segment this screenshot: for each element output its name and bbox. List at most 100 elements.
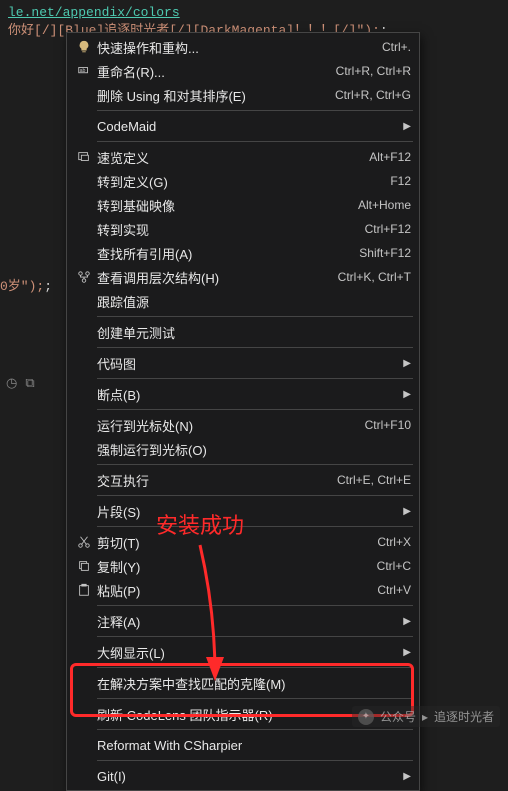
- menu-separator: [97, 110, 413, 111]
- menu-item-label: 强制运行到光标(O): [97, 440, 411, 459]
- menu-separator: [97, 636, 413, 637]
- menu-separator: [97, 526, 413, 527]
- menu-item[interactable]: Git(I)▶: [67, 764, 419, 788]
- menu-item[interactable]: 速览定义Alt+F12: [67, 145, 419, 169]
- menu-item-label: 代码图: [97, 354, 395, 373]
- chevron-right-icon: ▶: [395, 647, 411, 658]
- menu-separator: [97, 729, 413, 730]
- menu-item[interactable]: CodeMaid▶: [67, 114, 419, 138]
- bullet-icon: ▸: [422, 710, 428, 724]
- menu-item-label: 创建单元测试: [97, 323, 411, 342]
- menu-item-label: 查找所有引用(A): [97, 244, 347, 263]
- menu-item-label: 在解决方案中查找匹配的克隆(M): [97, 674, 411, 693]
- menu-item-shortcut: Ctrl+E, Ctrl+E: [325, 473, 411, 487]
- menu-item-label: 运行到光标处(N): [97, 416, 353, 435]
- menu-separator: [97, 698, 413, 699]
- menu-item[interactable]: 断点(B)▶: [67, 382, 419, 406]
- menu-item[interactable]: 粘贴(P)Ctrl+V: [67, 578, 419, 602]
- watermark: ✦ 公众号 ▸ 追逐时光者: [352, 706, 500, 727]
- menu-item[interactable]: 大纲显示(L)▶: [67, 640, 419, 664]
- menu-item[interactable]: 片段(S)▶: [67, 499, 419, 523]
- menu-item[interactable]: 跟踪值源: [67, 289, 419, 313]
- menu-item[interactable]: 复制(Y)Ctrl+C: [67, 554, 419, 578]
- clock-icon[interactable]: ◷: [6, 375, 17, 391]
- menu-separator: [97, 464, 413, 465]
- code-line-extra: 0岁");;: [0, 275, 52, 294]
- menu-item-shortcut: Ctrl+.: [370, 40, 411, 54]
- menu-item[interactable]: 代码图▶: [67, 351, 419, 375]
- menu-item[interactable]: 删除 Using 和对其排序(E)Ctrl+R, Ctrl+G: [67, 83, 419, 107]
- chevron-right-icon: ▶: [395, 121, 411, 132]
- menu-item-label: 断点(B): [97, 385, 395, 404]
- bulb-icon: [71, 40, 97, 54]
- menu-separator: [97, 409, 413, 410]
- menu-separator: [97, 667, 413, 668]
- menu-separator: [97, 141, 413, 142]
- watermark-prefix: 公众号: [380, 708, 416, 725]
- menu-separator: [97, 316, 413, 317]
- menu-item-shortcut: Ctrl+X: [365, 535, 411, 549]
- menu-item-label: 复制(Y): [97, 557, 365, 576]
- menu-separator: [97, 760, 413, 761]
- menu-item-label: 剪切(T): [97, 533, 365, 552]
- menu-item-shortcut: Ctrl+R, Ctrl+R: [324, 64, 411, 78]
- cut-icon: [71, 535, 97, 549]
- menu-item-shortcut: Alt+F12: [357, 150, 411, 164]
- gutter-icons: ◷ ⧉: [6, 375, 35, 391]
- menu-item[interactable]: 转到实现Ctrl+F12: [67, 217, 419, 241]
- menu-item-label: 交互执行: [97, 471, 325, 490]
- context-menu[interactable]: 快速操作和重构...Ctrl+. ab 重命名(R)...Ctrl+R, Ctrl+…: [66, 32, 420, 791]
- menu-item-label: 大纲显示(L): [97, 643, 395, 662]
- menu-item[interactable]: 快速操作和重构...Ctrl+.: [67, 35, 419, 59]
- chevron-right-icon: ▶: [395, 389, 411, 400]
- watermark-name: 追逐时光者: [434, 708, 494, 725]
- menu-item[interactable]: 强制运行到光标(O): [67, 437, 419, 461]
- menu-item-label: 粘贴(P): [97, 581, 365, 600]
- menu-item-shortcut: Alt+Home: [346, 198, 411, 212]
- menu-item-label: CodeMaid: [97, 119, 395, 134]
- menu-item[interactable]: 剪切(T)Ctrl+X: [67, 530, 419, 554]
- copy-icon: [71, 559, 97, 573]
- menu-item-label: 转到基础映像: [97, 196, 346, 215]
- menu-item-label: 跟踪值源: [97, 292, 411, 311]
- chevron-right-icon: ▶: [395, 358, 411, 369]
- menu-item-label: Reformat With CSharpier: [97, 738, 411, 753]
- code-text: 你好: [8, 23, 34, 38]
- menu-item[interactable]: 查找所有引用(A)Shift+F12: [67, 241, 419, 265]
- chevron-right-icon: ▶: [395, 771, 411, 782]
- menu-item-shortcut: F12: [378, 174, 411, 188]
- code-line-url: le.net/appendix/colors: [8, 4, 500, 22]
- copy-icon[interactable]: ⧉: [25, 375, 34, 391]
- menu-item-label: 转到定义(G): [97, 172, 378, 191]
- wechat-icon: ✦: [358, 709, 374, 725]
- menu-item-label: 片段(S): [97, 502, 395, 521]
- menu-item-shortcut: Ctrl+F12: [353, 222, 411, 236]
- menu-item[interactable]: 创建单元测试: [67, 320, 419, 344]
- menu-item-shortcut: Ctrl+K, Ctrl+T: [326, 270, 411, 284]
- menu-separator: [97, 605, 413, 606]
- menu-item[interactable]: 交互执行Ctrl+E, Ctrl+E: [67, 468, 419, 492]
- menu-item[interactable]: ab 重命名(R)...Ctrl+R, Ctrl+R: [67, 59, 419, 83]
- menu-item-shortcut: Ctrl+C: [365, 559, 411, 573]
- peek-icon: [71, 150, 97, 164]
- menu-item[interactable]: 运行到光标处(N)Ctrl+F10: [67, 413, 419, 437]
- chevron-right-icon: ▶: [395, 616, 411, 627]
- menu-item[interactable]: 在解决方案中查找匹配的克隆(M): [67, 671, 419, 695]
- menu-item-label: 重命名(R)...: [97, 62, 324, 81]
- menu-item-label: 转到实现: [97, 220, 353, 239]
- menu-separator: [97, 495, 413, 496]
- menu-item-label: 快速操作和重构...: [97, 38, 370, 57]
- menu-item[interactable]: 注释(A)▶: [67, 609, 419, 633]
- menu-item-label: 速览定义: [97, 148, 357, 167]
- menu-item[interactable]: 转到定义(G)F12: [67, 169, 419, 193]
- menu-item[interactable]: 转到基础映像Alt+Home: [67, 193, 419, 217]
- menu-item[interactable]: 查看调用层次结构(H)Ctrl+K, Ctrl+T: [67, 265, 419, 289]
- tag-icon: ab: [71, 64, 97, 78]
- chevron-right-icon: ▶: [395, 506, 411, 517]
- hierarchy-icon: [71, 270, 97, 284]
- menu-separator: [97, 347, 413, 348]
- paste-icon: [71, 583, 97, 597]
- menu-item-shortcut: Shift+F12: [347, 246, 411, 260]
- svg-text:ab: ab: [80, 68, 86, 74]
- menu-item-shortcut: Ctrl+F10: [353, 418, 411, 432]
